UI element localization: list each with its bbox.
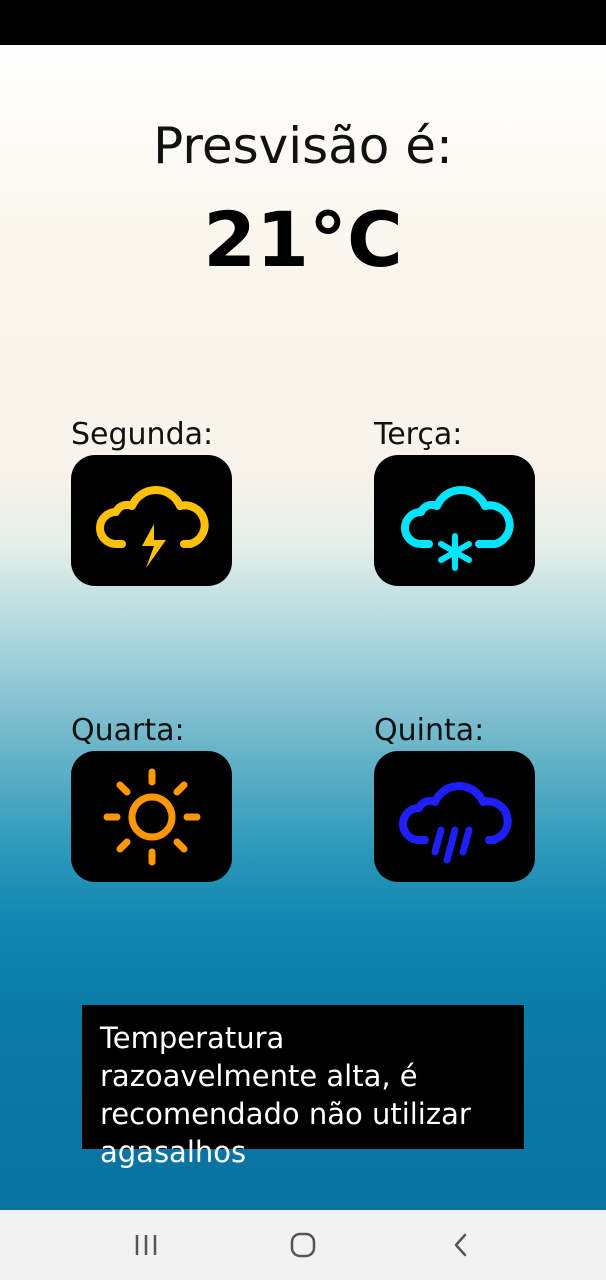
temperature-value: 21°C [203, 195, 403, 284]
rain-cloud-icon [398, 781, 512, 863]
home-icon [290, 1232, 316, 1258]
day-label-quarta: Quarta: [71, 713, 185, 748]
weather-card-quarta[interactable] [71, 751, 232, 882]
app-screen: Presvisão é: 21°C Segunda: Terça: Quarta… [0, 45, 606, 1210]
weather-card-quinta[interactable] [374, 751, 535, 882]
thunderstorm-icon [95, 485, 209, 568]
weather-card-terca[interactable] [374, 455, 535, 586]
snow-cloud-icon [400, 485, 514, 571]
day-label-segunda: Segunda: [71, 417, 214, 452]
day-label-terca: Terça: [374, 417, 463, 452]
recent-apps-button[interactable] [126, 1228, 166, 1262]
status-bar [0, 0, 606, 45]
recommendation-message: Temperatura razoavelmente alta, é recome… [82, 1005, 524, 1169]
sun-icon [103, 768, 200, 865]
home-button[interactable] [283, 1228, 323, 1262]
back-button[interactable] [441, 1228, 481, 1262]
navigation-bar [0, 1210, 606, 1280]
back-icon [454, 1233, 467, 1257]
recent-apps-icon [135, 1235, 157, 1255]
day-label-quinta: Quinta: [374, 713, 485, 748]
weather-card-segunda[interactable] [71, 455, 232, 586]
forecast-title: Presvisão é: [153, 117, 453, 175]
